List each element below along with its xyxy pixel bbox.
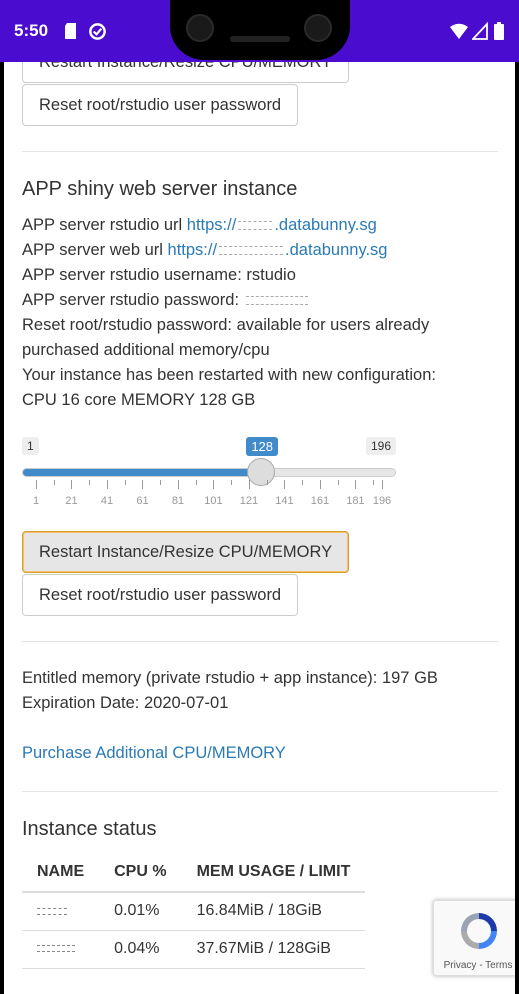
reset-info-line-1: Reset root/rstudio password: available f… xyxy=(22,316,430,334)
page: Restart Instance/Resize CPU/MEMORY Reset… xyxy=(4,0,515,994)
rstudio-url-label: APP server rstudio url xyxy=(22,216,183,234)
table-row: 0.01% 16.84MiB / 18GiB xyxy=(22,892,366,931)
reset-info-line-2: purchased additional memory/cpu xyxy=(22,341,270,359)
slider-major-tick xyxy=(248,480,250,489)
slider-tick-label: 21 xyxy=(65,495,78,507)
divider xyxy=(22,791,498,792)
front-camera xyxy=(186,14,214,42)
redacted-host xyxy=(219,246,284,256)
slider-tick-label: 81 xyxy=(171,495,185,507)
slider-tick-label: 161 xyxy=(310,495,330,507)
purchase-cpu-memory-link[interactable]: Purchase Additional CPU/MEMORY xyxy=(22,744,286,763)
slider-major-tick xyxy=(284,480,286,489)
redacted-name xyxy=(37,907,67,915)
slider-min-label: 1 xyxy=(22,437,39,455)
web-url-link[interactable]: https://.databunny.sg xyxy=(168,241,388,259)
sd-card-icon xyxy=(65,23,76,39)
name-cell xyxy=(22,930,100,969)
slider-tick-label: 181 xyxy=(346,495,365,507)
slider-major-tick xyxy=(213,480,215,489)
column-header: NAME xyxy=(22,852,100,893)
slider-minor-tick xyxy=(302,480,304,485)
slider-minor-tick xyxy=(373,480,375,485)
slider-tick-label: 61 xyxy=(136,495,149,507)
slider-tick-label: 101 xyxy=(204,495,223,507)
slider-major-tick xyxy=(36,480,37,489)
recaptcha-badge[interactable]: Privacy - Terms xyxy=(433,900,515,976)
slider-minor-tick xyxy=(231,480,233,485)
redacted-password xyxy=(245,296,308,306)
slider-minor-tick xyxy=(89,480,91,485)
cell-signal-icon xyxy=(472,22,488,40)
expiration-date-line: Expiration Date: 2020-07-01 xyxy=(22,694,229,712)
web-url-line: APP server web url https://.databunny.sg xyxy=(22,241,388,260)
web-url-label: APP server web url xyxy=(22,241,163,259)
slider-fill xyxy=(23,469,263,476)
slider-track[interactable] xyxy=(22,468,396,477)
restart-info-line-2: CPU 16 core MEMORY 128 GB xyxy=(22,391,256,409)
wifi-icon xyxy=(450,23,468,39)
slider-tick-label: 1 xyxy=(32,495,40,507)
divider xyxy=(22,151,498,152)
slider-minor-tick xyxy=(337,480,339,485)
slider-tick-label: 196 xyxy=(372,495,392,507)
instance-status-title: Instance status xyxy=(22,818,157,840)
reset-password-button[interactable]: Reset root/rstudio user password xyxy=(22,574,299,616)
instance-status-table: NAME CPU % MEM USAGE / LIMIT 0.01% 16.84… xyxy=(22,852,366,969)
speaker xyxy=(230,36,290,42)
table-row: 0.04% 37.67MiB / 128GiB xyxy=(22,930,366,969)
restart-resize-button[interactable]: Restart Instance/Resize CPU/MEMORY xyxy=(22,531,350,573)
reset-password-button-top[interactable]: Reset root/rstudio user password xyxy=(22,84,299,126)
battery-icon xyxy=(494,22,504,40)
password-label: APP server rstudio password: xyxy=(22,291,240,309)
recaptcha-terms[interactable]: Privacy - Terms xyxy=(434,960,515,971)
rstudio-url-line: APP server rstudio url https://.databunn… xyxy=(22,216,377,235)
name-cell xyxy=(22,892,100,931)
slider-minor-tick xyxy=(53,480,55,485)
cpu-memory-slider[interactable]: 1 128 196 1 21 41 61 81 101 121 141 161 181 196 xyxy=(22,437,498,512)
slider-major-tick xyxy=(71,480,73,489)
password-line: APP server rstudio password: xyxy=(22,291,310,310)
slider-major-tick xyxy=(142,480,144,489)
slider-major-tick xyxy=(106,480,108,489)
cpu-cell: 0.01% xyxy=(99,892,182,931)
redacted-name xyxy=(37,945,75,953)
slider-minor-tick xyxy=(195,480,197,485)
slider-ticks: 1 21 41 61 81 101 121 141 161 181 196 xyxy=(32,480,391,510)
column-header: CPU % xyxy=(99,852,182,893)
slider-minor-tick xyxy=(266,480,268,485)
data-saver-icon xyxy=(89,23,106,40)
cpu-cell: 0.04% xyxy=(99,930,182,969)
mem-cell: 16.84MiB / 18GiB xyxy=(181,892,366,931)
column-header: MEM USAGE / LIMIT xyxy=(181,852,366,893)
slider-major-tick xyxy=(177,480,179,489)
mem-cell: 37.67MiB / 128GiB xyxy=(181,930,366,969)
slider-minor-tick xyxy=(160,480,162,485)
rstudio-url-link[interactable]: https://.databunny.sg xyxy=(187,216,377,234)
restart-info-line-1: Your instance has been restarted with ne… xyxy=(22,366,436,384)
recaptcha-icon xyxy=(461,913,497,949)
slider-major-tick xyxy=(319,480,321,489)
slider-minor-tick xyxy=(124,480,126,485)
front-sensor xyxy=(304,14,332,42)
clock: 5:50 xyxy=(14,21,49,40)
table-header-row: NAME CPU % MEM USAGE / LIMIT xyxy=(22,852,366,893)
redacted-host xyxy=(238,221,273,231)
camera-notch xyxy=(170,0,350,60)
slider-tick-label: 41 xyxy=(100,495,114,507)
divider xyxy=(22,641,498,642)
slider-major-tick xyxy=(355,480,357,489)
username-line: APP server rstudio username: rstudio xyxy=(22,266,296,284)
slider-major-tick xyxy=(382,480,383,489)
slider-tick-label: 121 xyxy=(239,495,259,507)
app-section-title: APP shiny web server instance xyxy=(22,178,298,200)
entitled-memory-line: Entitled memory (private rstudio + app i… xyxy=(22,669,438,687)
slider-max-label: 196 xyxy=(365,437,396,455)
slider-tick-label: 141 xyxy=(275,495,294,507)
slider-value-label: 128 xyxy=(246,437,279,456)
